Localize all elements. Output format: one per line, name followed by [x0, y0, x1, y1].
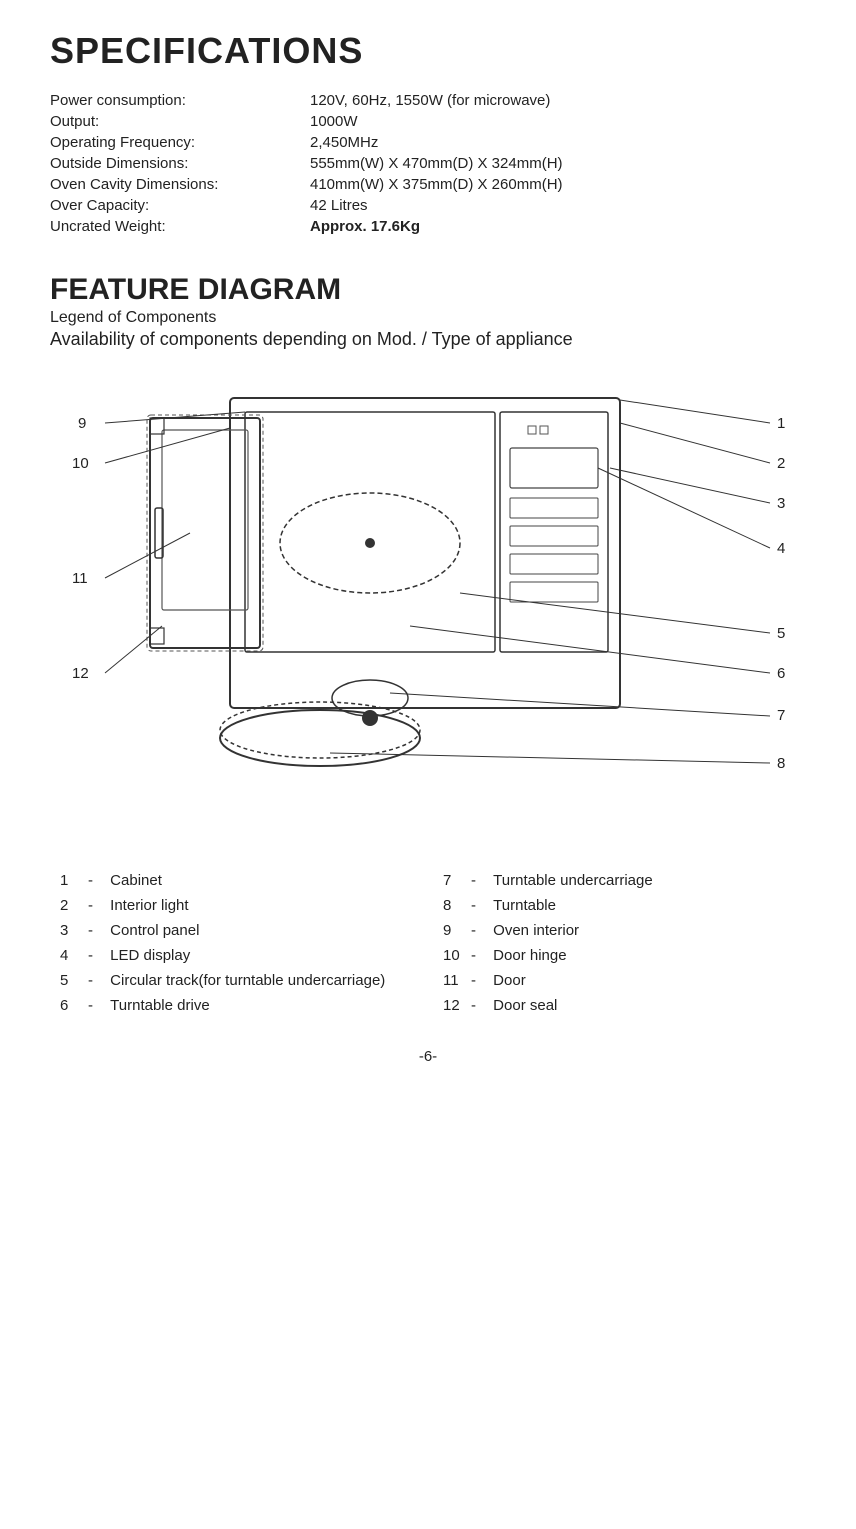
feature-diagram-title: FEATURE DIAGRAM	[50, 273, 806, 307]
svg-text:8: 8	[777, 755, 785, 772]
spec-row: Output: 1000W	[50, 111, 806, 132]
spec-label: Over Capacity:	[50, 195, 310, 216]
legend-item: 4 - LED display	[60, 943, 413, 968]
legend-dash: -	[471, 897, 489, 914]
svg-text:12: 12	[72, 665, 89, 682]
spec-value: 1000W	[310, 111, 806, 132]
legend-num: 10	[443, 947, 471, 964]
legend-dash: -	[88, 997, 106, 1014]
svg-text:7: 7	[777, 707, 785, 724]
feature-diagram: 1 2 3 4 5 6 7 8 9 10 11 12	[50, 368, 806, 848]
svg-text:1: 1	[777, 415, 785, 432]
legend-dash: -	[88, 947, 106, 964]
legend-dash: -	[88, 897, 106, 914]
legend-label: Turntable	[493, 897, 556, 914]
legend-label: Cabinet	[110, 872, 162, 889]
legend-label: Circular track(for turntable undercarria…	[110, 972, 385, 989]
legend-num: 3	[60, 922, 88, 939]
legend-num: 1	[60, 872, 88, 889]
legend-dash: -	[471, 972, 489, 989]
legend-col-left: 1 - Cabinet2 - Interior light3 - Control…	[60, 868, 413, 1018]
legend-num: 6	[60, 997, 88, 1014]
legend-title: Legend of Components	[50, 309, 806, 327]
legend-label: Door hinge	[493, 947, 566, 964]
legend-num: 5	[60, 972, 88, 989]
legend-dash: -	[471, 997, 489, 1014]
legend-label: Turntable drive	[110, 997, 210, 1014]
legend-item: 11 - Door	[443, 968, 796, 993]
spec-label: Outside Dimensions:	[50, 153, 310, 174]
legend-item: 12 - Door seal	[443, 993, 796, 1018]
availability-text: Availability of components depending on …	[50, 329, 806, 350]
spec-row: Over Capacity:42 Litres	[50, 195, 806, 216]
spec-row: Uncrated Weight:Approx. 17.6Kg	[50, 216, 806, 237]
legend-item: 1 - Cabinet	[60, 868, 413, 893]
legend-dash: -	[471, 947, 489, 964]
legend-item: 3 - Control panel	[60, 918, 413, 943]
legend-item: 10 - Door hinge	[443, 943, 796, 968]
legend-num: 9	[443, 922, 471, 939]
spec-value: 120V, 60Hz, 1550W (for microwave)	[310, 90, 806, 111]
page-number: -6-	[50, 1048, 806, 1065]
legend-dash: -	[88, 872, 106, 889]
svg-text:4: 4	[777, 540, 785, 557]
svg-text:3: 3	[777, 495, 785, 512]
legend-num: 7	[443, 872, 471, 889]
legend-label: LED display	[110, 947, 190, 964]
spec-row: Oven Cavity Dimensions: 410mm(W) X 375mm…	[50, 174, 806, 195]
spec-row: Operating Frequency:2,450MHz	[50, 132, 806, 153]
spec-row: Outside Dimensions:555mm(W) X 470mm(D) X…	[50, 153, 806, 174]
spec-label: Power consumption:	[50, 90, 310, 111]
legend-dash: -	[88, 972, 106, 989]
spec-value: Approx. 17.6Kg	[310, 216, 806, 237]
legend-num: 12	[443, 997, 471, 1014]
legend-item: 5 - Circular track(for turntable underca…	[60, 968, 413, 993]
legend-dash: -	[88, 922, 106, 939]
legend-item: 2 - Interior light	[60, 893, 413, 918]
spec-label: Oven Cavity Dimensions:	[50, 174, 310, 195]
spec-value: 2,450MHz	[310, 132, 806, 153]
spec-table: Power consumption:120V, 60Hz, 1550W (for…	[50, 90, 806, 237]
legend-dash: -	[471, 922, 489, 939]
legend-dash: -	[471, 872, 489, 889]
legend-label: Turntable undercarriage	[493, 872, 653, 889]
spec-value: 410mm(W) X 375mm(D) X 260mm(H)	[310, 174, 806, 195]
svg-text:6: 6	[777, 665, 785, 682]
spec-value: 555mm(W) X 470mm(D) X 324mm(H)	[310, 153, 806, 174]
spec-value: 42 Litres	[310, 195, 806, 216]
legend-item: 7 - Turntable undercarriage	[443, 868, 796, 893]
legend-grid: 1 - Cabinet2 - Interior light3 - Control…	[50, 868, 806, 1018]
svg-text:2: 2	[777, 455, 785, 472]
legend-item: 8 - Turntable	[443, 893, 796, 918]
legend-num: 8	[443, 897, 471, 914]
legend-item: 6 - Turntable drive	[60, 993, 413, 1018]
svg-text:10: 10	[72, 455, 89, 472]
legend-num: 11	[443, 972, 471, 989]
spec-label: Operating Frequency:	[50, 132, 310, 153]
diagram-svg: 1 2 3 4 5 6 7 8 9 10 11 12	[50, 368, 806, 848]
legend-num: 2	[60, 897, 88, 914]
svg-text:11: 11	[72, 570, 88, 587]
legend-label: Interior light	[110, 897, 188, 914]
page-title: SPECIFICATIONS	[50, 30, 806, 72]
spec-label: Output:	[50, 111, 310, 132]
legend-label: Door seal	[493, 997, 557, 1014]
legend-col-right: 7 - Turntable undercarriage8 - Turntable…	[443, 868, 796, 1018]
legend-label: Oven interior	[493, 922, 579, 939]
legend-item: 9 - Oven interior	[443, 918, 796, 943]
legend-num: 4	[60, 947, 88, 964]
legend-label: Control panel	[110, 922, 199, 939]
legend-label: Door	[493, 972, 526, 989]
spec-label: Uncrated Weight:	[50, 216, 310, 237]
svg-text:5: 5	[777, 625, 785, 642]
svg-text:9: 9	[78, 415, 86, 432]
spec-row: Power consumption:120V, 60Hz, 1550W (for…	[50, 90, 806, 111]
